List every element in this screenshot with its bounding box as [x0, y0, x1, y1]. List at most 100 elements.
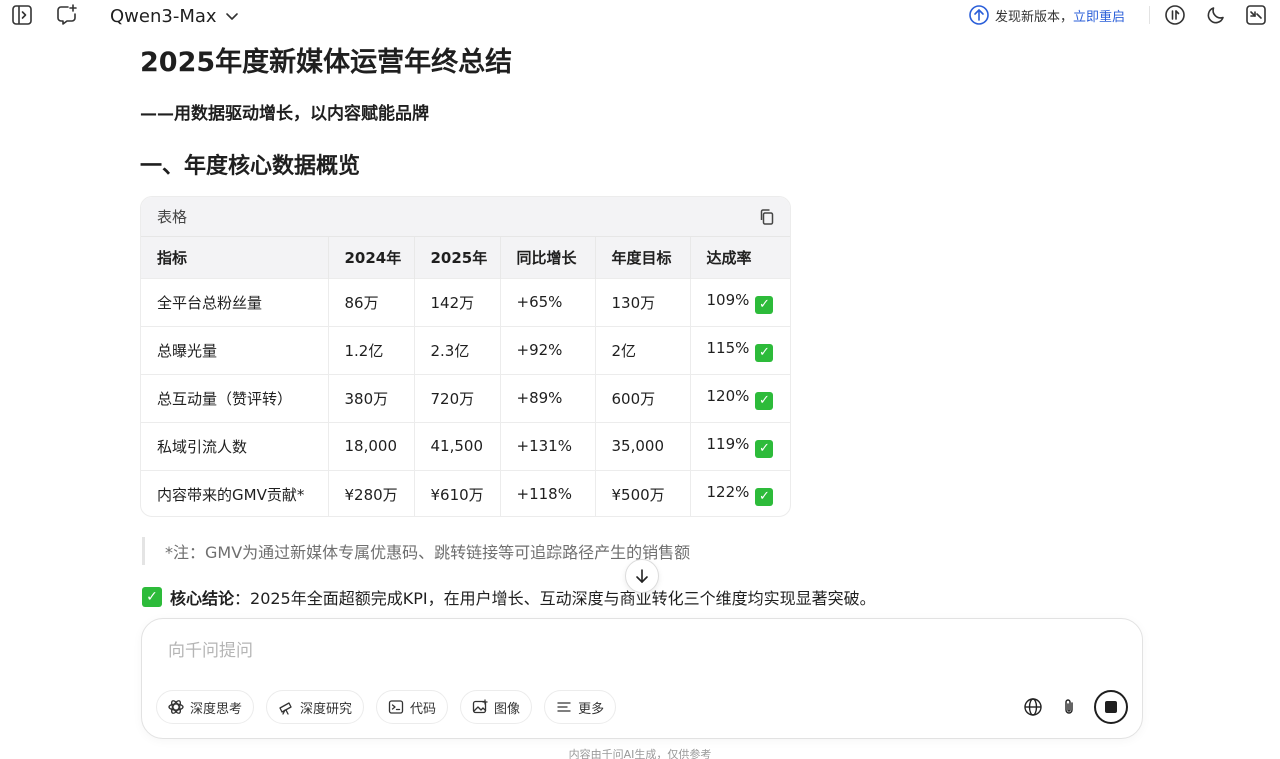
arrow-down-icon — [636, 569, 648, 583]
terminal-icon — [388, 700, 404, 714]
restart-now-link[interactable]: 立即重启 — [1073, 6, 1125, 25]
table-header-cell: 同比增长 — [500, 237, 596, 278]
table-row: 内容带来的GMV贡献* ¥280万 ¥610万 +118% ¥500万 122% ✓ — [141, 469, 790, 516]
code-button[interactable]: 代码 — [376, 690, 449, 724]
table-cell: 2亿 — [595, 325, 691, 374]
new-chat-icon[interactable] — [54, 2, 80, 28]
cell-value: 120% — [706, 386, 750, 405]
image-button[interactable]: 图像 — [460, 690, 533, 724]
table-cell: 380万 — [328, 373, 415, 422]
table-row: 全平台总粉丝量 86万 142万 +65% 130万 109% ✓ — [141, 277, 790, 326]
table-cell: 1.2亿 — [328, 325, 415, 374]
stop-generation-button[interactable] — [1094, 690, 1128, 724]
footnote: *注：GMV为通过新媒体专属优惠码、跳转链接等可追踪路径产生的销售额 — [142, 537, 690, 565]
chip-label: 代码 — [410, 701, 437, 717]
table-header-row: 指标 2024年 2025年 同比增长 年度目标 达成率 — [141, 237, 790, 278]
prompt-input[interactable] — [168, 641, 1068, 661]
model-selector[interactable]: Qwen3-Max — [110, 4, 239, 28]
table-cell: 115% ✓ — [690, 325, 790, 374]
cell-value: 2亿 — [611, 341, 637, 360]
paperclip-icon[interactable] — [1058, 696, 1080, 718]
divider — [1149, 6, 1150, 24]
deep-research-button[interactable]: 深度研究 — [266, 690, 365, 724]
cell-value: ¥500万 — [611, 485, 665, 504]
cell-value: +92% — [516, 341, 563, 359]
more-button[interactable]: 更多 — [544, 690, 617, 724]
cell-value: 35,000 — [611, 437, 665, 455]
check-mark-icon: ✓ — [755, 439, 774, 458]
check-mark-icon: ✓ — [755, 343, 774, 362]
table-cell: 内容带来的GMV贡献* — [141, 469, 329, 516]
chat-composer: 深度思考 深度研究 代码 图像 更多 — [141, 618, 1143, 739]
table-cell: 18,000 — [328, 421, 415, 470]
document-title: 2025年度新媒体运营年终总结 — [140, 47, 513, 78]
cell-value: 119% — [706, 434, 750, 453]
cell-value: 130万 — [611, 293, 656, 312]
update-notice: 发现新版本， 立即重启 — [968, 3, 1125, 27]
table-cell: 41,500 — [414, 421, 501, 470]
cell-value: 18,000 — [344, 437, 398, 455]
cell-value: +65% — [516, 293, 563, 311]
cell-value: +118% — [516, 485, 572, 504]
table-cell: 35,000 — [595, 421, 691, 470]
copy-icon[interactable] — [758, 208, 776, 226]
table-cell: 109% ✓ — [690, 277, 790, 326]
cell-value: 115% — [706, 338, 750, 357]
table-row: 总曝光量 1.2亿 2.3亿 +92% 2亿 115% ✓ — [141, 325, 790, 374]
sidebar-toggle-icon[interactable] — [9, 2, 35, 28]
check-mark-icon: ✓ — [755, 487, 774, 506]
table-cell: ¥280万 — [328, 469, 415, 516]
update-notice-text: 发现新版本， — [995, 9, 1074, 25]
atom-icon — [168, 700, 184, 714]
dark-mode-icon[interactable] — [1203, 2, 1229, 28]
globe-icon[interactable] — [1022, 696, 1044, 718]
table-cell: 119% ✓ — [690, 421, 790, 470]
cell-value: 380万 — [344, 389, 389, 408]
cell-value: 142万 — [430, 293, 475, 312]
model-name: Qwen3-Max — [110, 5, 217, 27]
chevron-down-icon — [225, 13, 238, 20]
cell-value: +89% — [516, 389, 563, 407]
collapse-window-icon[interactable] — [1243, 2, 1269, 28]
table-card-label: 表格 — [157, 208, 188, 226]
table-cell: +92% — [500, 325, 596, 374]
document-subtitle: ——用数据驱动增长，以内容赋能品牌 — [140, 104, 429, 124]
table-header-cell: 2024年 — [328, 237, 415, 278]
cell-value: 总曝光量 — [157, 341, 218, 360]
share-icon[interactable] — [1162, 2, 1188, 28]
section-heading: 一、年度核心数据概览 — [140, 154, 361, 179]
table-header-cell: 2025年 — [414, 237, 501, 278]
table-cell: +131% — [500, 421, 596, 470]
table-cell: ¥610万 — [414, 469, 501, 516]
image-icon — [472, 699, 488, 714]
conclusion-text: ：2025年全面超额完成KPI，在用户增长、互动深度与商业转化三个维度均实现显著… — [234, 589, 876, 608]
chip-label: 更多 — [578, 701, 605, 717]
table-cell: 600万 — [595, 373, 691, 422]
scroll-to-bottom-button[interactable] — [625, 559, 659, 593]
table-cell: 142万 — [414, 277, 501, 326]
cell-value: ¥610万 — [430, 485, 484, 504]
ai-disclaimer: 内容由千问AI生成，仅供参考 — [568, 748, 712, 759]
cell-value: 全平台总粉丝量 — [157, 293, 263, 312]
table-cell: 120% ✓ — [690, 373, 790, 422]
deep-thinking-button[interactable]: 深度思考 — [156, 690, 255, 724]
cell-value: 720万 — [430, 389, 475, 408]
cell-value: 总互动量（赞评转） — [157, 389, 293, 408]
data-table: 指标 2024年 2025年 同比增长 年度目标 达成率 全平台总粉丝量 86万 1… — [141, 237, 790, 516]
table-cell: 总互动量（赞评转） — [141, 373, 329, 422]
cell-value: 1.2亿 — [344, 341, 384, 360]
cell-value: 86万 — [344, 293, 379, 312]
chip-label: 图像 — [494, 701, 521, 717]
cell-value: 私域引流人数 — [157, 437, 248, 456]
footnote-text: *注：GMV为通过新媒体专属优惠码、跳转链接等可追踪路径产生的销售额 — [165, 543, 691, 562]
table-header-cell: 年度目标 — [595, 237, 691, 278]
table-cell: 86万 — [328, 277, 415, 326]
conclusion: ✓ 核心结论 ：2025年全面超额完成KPI，在用户增长、互动深度与商业转化三个维… — [142, 585, 876, 609]
table-header-cell: 指标 — [141, 237, 329, 278]
table-card-header: 表格 — [141, 197, 790, 237]
check-mark-icon: ✓ — [142, 587, 162, 607]
chip-label: 深度思考 — [190, 701, 243, 717]
table-cell: 122% ✓ — [690, 469, 790, 516]
table-cell: 2.3亿 — [414, 325, 501, 374]
table-cell: 130万 — [595, 277, 691, 326]
